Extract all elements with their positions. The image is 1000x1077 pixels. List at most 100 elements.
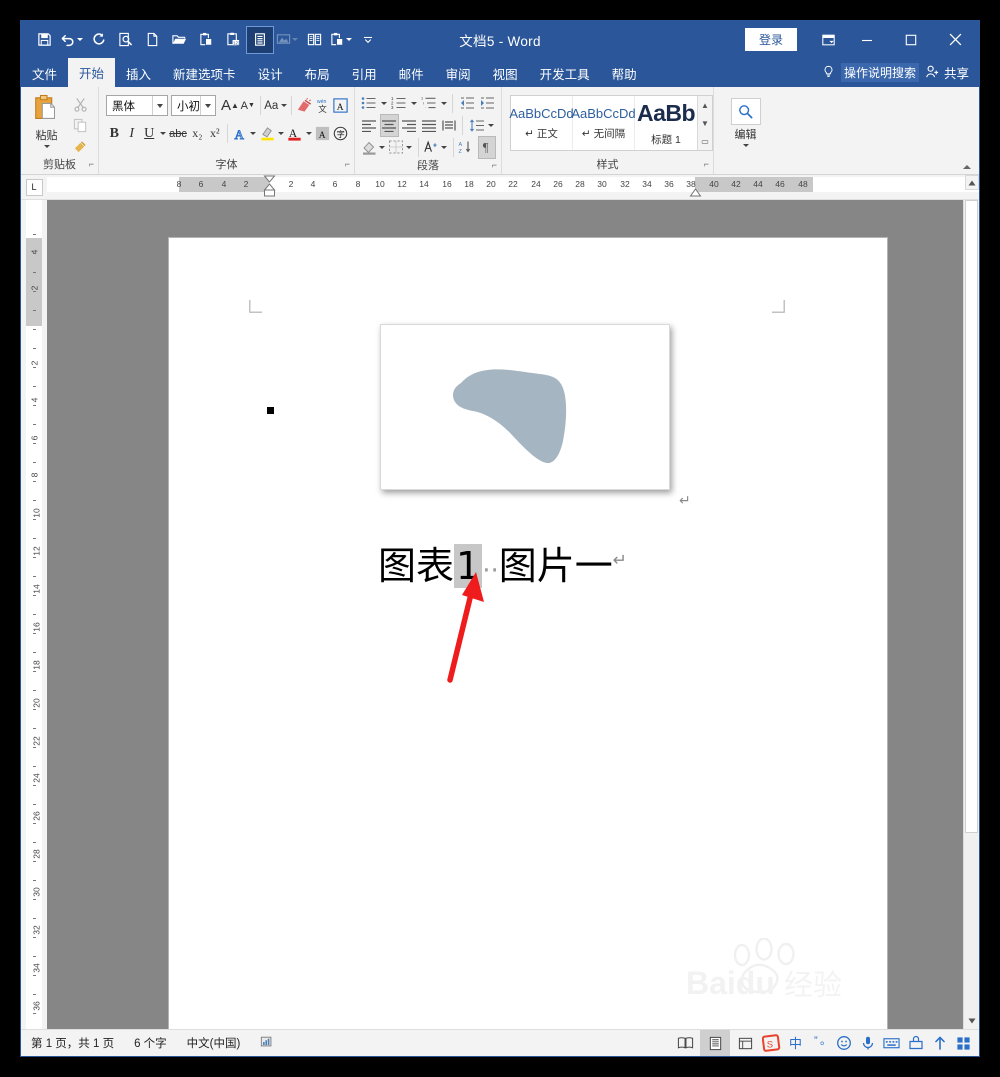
new-document-icon[interactable]: [139, 27, 165, 53]
vertical-ruler[interactable]: 422468101214161820222426283032343638: [21, 200, 47, 1029]
increase-indent-icon[interactable]: [477, 92, 496, 115]
font-color-caret[interactable]: [304, 122, 313, 145]
scroll-up-arrow-icon[interactable]: [965, 175, 979, 190]
sign-in-button[interactable]: 登录: [744, 28, 797, 51]
ime-punctuation-icon[interactable]: ”。: [810, 1034, 829, 1053]
enclose-character-icon[interactable]: 字: [332, 122, 349, 145]
align-center-icon[interactable]: [379, 113, 399, 137]
clear-formatting-icon[interactable]: [296, 94, 313, 117]
open-folder-icon[interactable]: [166, 27, 192, 53]
find-magnifier-icon[interactable]: [730, 98, 761, 125]
character-border-icon[interactable]: A: [332, 94, 349, 117]
style-item-heading1[interactable]: AaBb 标题 1: [635, 96, 697, 150]
tab-layout[interactable]: 布局: [294, 60, 341, 87]
close-button[interactable]: [933, 23, 977, 57]
collapse-ribbon-icon[interactable]: [963, 165, 971, 169]
save-icon[interactable]: [31, 27, 57, 53]
subscript-button[interactable]: x₂: [189, 122, 205, 145]
font-color-icon[interactable]: A: [286, 122, 303, 145]
tell-me-search[interactable]: 操作说明搜索: [822, 63, 919, 82]
bullet-list-caret[interactable]: [380, 92, 389, 115]
align-right-icon[interactable]: [400, 114, 419, 137]
customize-qat-icon[interactable]: [355, 27, 381, 53]
share-button[interactable]: 共享: [925, 63, 969, 82]
bold-button[interactable]: B: [106, 122, 122, 145]
vertical-scroll-track[interactable]: [964, 200, 979, 1012]
document-canvas[interactable]: ↵ 图表1··图片一↵ Baidu 经验: [47, 200, 963, 1029]
numbered-list-icon[interactable]: 123: [390, 92, 409, 115]
editing-dropdown-caret[interactable]: [742, 144, 749, 147]
vertical-scrollbar[interactable]: [963, 200, 979, 1029]
format-painter-icon[interactable]: [69, 136, 91, 157]
distribute-icon[interactable]: [440, 114, 459, 137]
line-spacing-caret[interactable]: [487, 114, 496, 137]
phonetic-guide-icon[interactable]: wén 文: [314, 94, 331, 117]
tab-mailings[interactable]: 邮件: [388, 60, 435, 87]
numbered-list-caret[interactable]: [410, 92, 419, 115]
paste-dropdown-caret[interactable]: [43, 145, 50, 148]
font-family-combo[interactable]: 黑体: [106, 95, 168, 116]
ribbon-display-options-icon[interactable]: [811, 25, 845, 55]
tab-insert[interactable]: 插入: [115, 60, 162, 87]
figure-caption[interactable]: 图表1··图片一↵: [378, 535, 627, 590]
multilevel-list-caret[interactable]: [439, 92, 448, 115]
line-spacing-icon[interactable]: [467, 114, 486, 137]
proofing-errors-icon[interactable]: [250, 1035, 284, 1052]
shading-caret[interactable]: [378, 136, 386, 159]
font-family-caret[interactable]: [152, 96, 167, 115]
superscript-button[interactable]: x²: [207, 122, 223, 145]
bullet-list-icon[interactable]: [360, 92, 379, 115]
styles-dialog-launcher[interactable]: ⌐: [704, 156, 709, 173]
ime-voice-icon[interactable]: [858, 1034, 877, 1053]
style-item-no-spacing[interactable]: AaBbCcDd ↵ 无间隔: [571, 96, 636, 150]
asian-layout-caret[interactable]: [440, 136, 448, 159]
clipboard-dropdown-caret[interactable]: [346, 38, 352, 41]
change-case-button[interactable]: Aa: [264, 94, 288, 117]
tell-me-placeholder[interactable]: 操作说明搜索: [840, 63, 919, 82]
underline-caret[interactable]: [158, 122, 167, 145]
ime-upload-icon[interactable]: [930, 1034, 949, 1053]
italic-button[interactable]: I: [123, 122, 139, 145]
shading-icon[interactable]: [360, 136, 377, 159]
clipboard-paste-icon[interactable]: [328, 27, 354, 53]
multilevel-list-icon[interactable]: 1 i ·: [420, 92, 439, 115]
show-formatting-marks-icon[interactable]: ¶: [478, 135, 496, 159]
text-highlight-caret[interactable]: [277, 122, 286, 145]
styles-gallery[interactable]: AaBbCcDd ↵ 正文 AaBbCcDd ↵ 无间隔 AaBb 标题 1 ▲…: [509, 95, 713, 151]
minimize-button[interactable]: [845, 23, 889, 57]
tab-stop-selector[interactable]: L: [21, 175, 47, 199]
undo-icon[interactable]: [58, 27, 84, 53]
undo-dropdown-caret[interactable]: [76, 38, 83, 41]
two-pages-icon[interactable]: [301, 27, 327, 53]
read-mode-icon[interactable]: [670, 1030, 700, 1056]
caption-number-field[interactable]: 1: [454, 544, 483, 588]
page-count-status[interactable]: 第 1 页，共 1 页: [21, 1035, 124, 1051]
vertical-scroll-thumb[interactable]: [965, 200, 978, 834]
web-layout-icon[interactable]: [730, 1030, 760, 1056]
tab-file[interactable]: 文件: [21, 60, 68, 87]
tab-developer[interactable]: 开发工具: [529, 60, 601, 87]
font-size-combo[interactable]: 小初: [171, 95, 216, 116]
ime-emoji-icon[interactable]: [834, 1034, 853, 1053]
shrink-font-button[interactable]: A ▼: [240, 94, 256, 117]
ime-chinese-icon[interactable]: 中: [786, 1034, 805, 1053]
decrease-indent-icon[interactable]: [457, 92, 476, 115]
strikethrough-button[interactable]: abc: [168, 122, 188, 145]
borders-icon[interactable]: [387, 136, 404, 159]
print-preview-icon[interactable]: [112, 27, 138, 53]
styles-scroll-up[interactable]: ▲: [698, 96, 712, 114]
tab-help[interactable]: 帮助: [601, 60, 648, 87]
paste-values-icon[interactable]: 123: [220, 27, 246, 53]
ime-toolbar[interactable]: S 中 ”。: [760, 1030, 979, 1056]
ime-keyboard-icon[interactable]: [882, 1034, 901, 1053]
editing-button[interactable]: 编辑: [724, 96, 768, 157]
asian-layout-icon[interactable]: [422, 136, 439, 159]
document-page[interactable]: ↵ 图表1··图片一↵ Baidu 经验: [169, 238, 887, 1029]
ime-logo-icon[interactable]: S: [762, 1033, 781, 1053]
styles-more[interactable]: ▭: [698, 132, 712, 150]
horizontal-ruler[interactable]: 8 6 4 2 2 4 6 8 10 12 14 16 18 20 22 24 26 28 30 32 34 36 38 40…: [47, 175, 979, 199]
redo-icon[interactable]: [85, 27, 111, 53]
tab-review[interactable]: 审阅: [435, 60, 482, 87]
document-view-icon[interactable]: [246, 25, 274, 54]
borders-caret[interactable]: [405, 136, 413, 159]
